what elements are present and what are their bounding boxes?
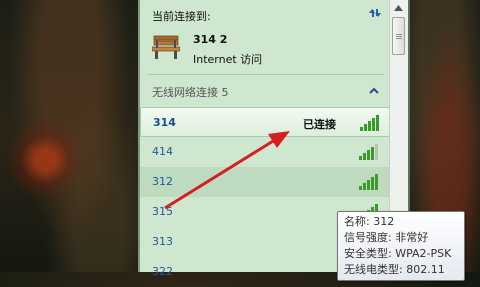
network-tooltip: 名称: 312 信号强度: 非常好 安全类型: WPA2-PSK 无线电类型: … <box>337 211 465 281</box>
tooltip-radio-type: 无线电类型: 802.11 <box>344 263 445 276</box>
tooltip-name: 名称: 312 <box>344 215 395 228</box>
tooltip-security-type: 安全类型: WPA2-PSK <box>344 247 452 260</box>
tooltip-signal-strength: 信号强度: 非常好 <box>344 231 429 244</box>
